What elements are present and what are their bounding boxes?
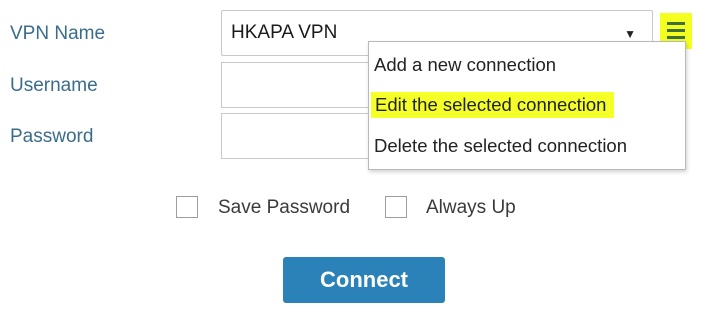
vpn-connection-form: VPN Name Username Password HKAPA VPN ▼ A… <box>0 0 701 315</box>
connect-button[interactable]: Connect <box>283 257 445 303</box>
hamburger-menu-icon <box>667 22 685 25</box>
always-up-checkbox[interactable] <box>385 196 407 218</box>
connection-menu-dropdown: Add a new connection Edit the selected c… <box>368 41 686 170</box>
save-password-label: Save Password <box>218 197 351 218</box>
menu-item-delete-connection[interactable]: Delete the selected connection <box>374 135 627 157</box>
username-label: Username <box>10 75 98 96</box>
always-up-label: Always Up <box>426 197 516 218</box>
save-password-checkbox[interactable] <box>176 196 198 218</box>
vpn-name-selected-value: HKAPA VPN <box>231 22 338 43</box>
menu-item-add-connection[interactable]: Add a new connection <box>374 54 556 76</box>
vpn-name-label: VPN Name <box>10 23 106 44</box>
menu-item-edit-connection[interactable]: Edit the selected connection <box>371 92 615 118</box>
dropdown-arrow-icon: ▼ <box>624 27 636 41</box>
password-label: Password <box>10 126 94 147</box>
